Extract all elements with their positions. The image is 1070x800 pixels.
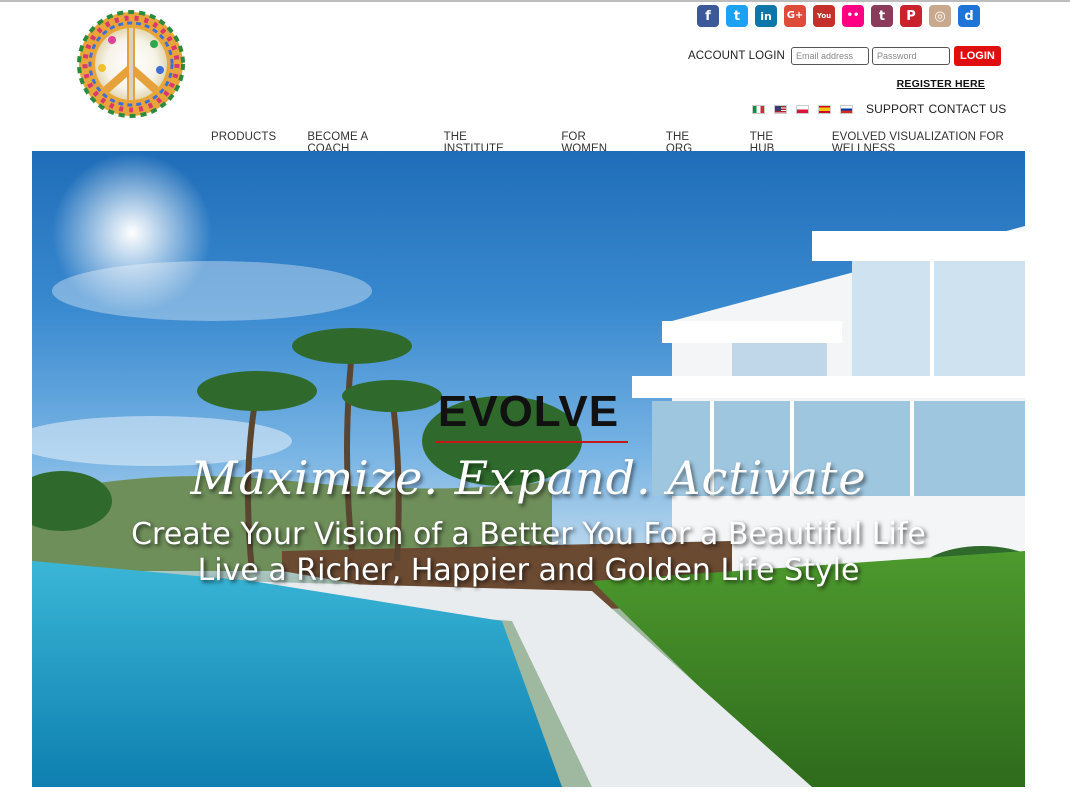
heading-underline bbox=[436, 441, 628, 443]
googleplus-icon[interactable]: G+ bbox=[784, 5, 806, 27]
hero-banner: EVOLVE Maximize. Expand. Activate Create… bbox=[32, 151, 1025, 787]
email-field[interactable] bbox=[790, 47, 869, 65]
account-login-label: ACCOUNT LOGIN bbox=[688, 50, 785, 62]
italy-flag[interactable] bbox=[752, 104, 765, 114]
password-field[interactable] bbox=[871, 47, 950, 65]
hero-tagline: Maximize. Expand. Activate bbox=[190, 451, 867, 505]
twitter-icon[interactable]: t bbox=[726, 5, 748, 27]
site-logo[interactable] bbox=[72, 8, 190, 126]
support-link[interactable]: SUPPORT bbox=[866, 102, 925, 116]
hero-heading: EVOLVE bbox=[437, 387, 620, 436]
hero-subtitle-line-1: Create Your Vision of a Better You For a… bbox=[131, 517, 926, 552]
peace-sign-logo-icon bbox=[77, 10, 185, 118]
facebook-icon[interactable]: f bbox=[697, 5, 719, 27]
usa-flag[interactable] bbox=[774, 104, 787, 114]
instagram-icon[interactable]: ◎ bbox=[929, 5, 951, 27]
top-border bbox=[0, 0, 1070, 2]
linkedin-icon[interactable]: in bbox=[755, 5, 777, 27]
delicious-icon[interactable]: d bbox=[958, 5, 980, 27]
spain-flag[interactable] bbox=[818, 104, 831, 114]
poland-flag[interactable] bbox=[796, 104, 809, 114]
contact-us-link[interactable]: CONTACT US bbox=[929, 102, 1007, 116]
hero-subtitle-line-2: Live a Richer, Happier and Golden Life S… bbox=[197, 553, 860, 588]
language-and-support: SUPPORT CONTACT US bbox=[752, 102, 1006, 116]
login-form: ACCOUNT LOGIN LOGIN bbox=[688, 46, 1001, 66]
social-icons: f t in G+ You •• t P ◎ d bbox=[697, 5, 980, 27]
pinterest-icon[interactable]: P bbox=[900, 5, 922, 27]
login-button[interactable]: LOGIN bbox=[953, 46, 1001, 66]
register-link[interactable]: REGISTER HERE bbox=[897, 78, 985, 90]
russia-flag[interactable] bbox=[840, 104, 853, 114]
flickr-icon[interactable]: •• bbox=[842, 5, 864, 27]
youtube-icon[interactable]: You bbox=[813, 5, 835, 27]
tumblr-icon[interactable]: t bbox=[871, 5, 893, 27]
